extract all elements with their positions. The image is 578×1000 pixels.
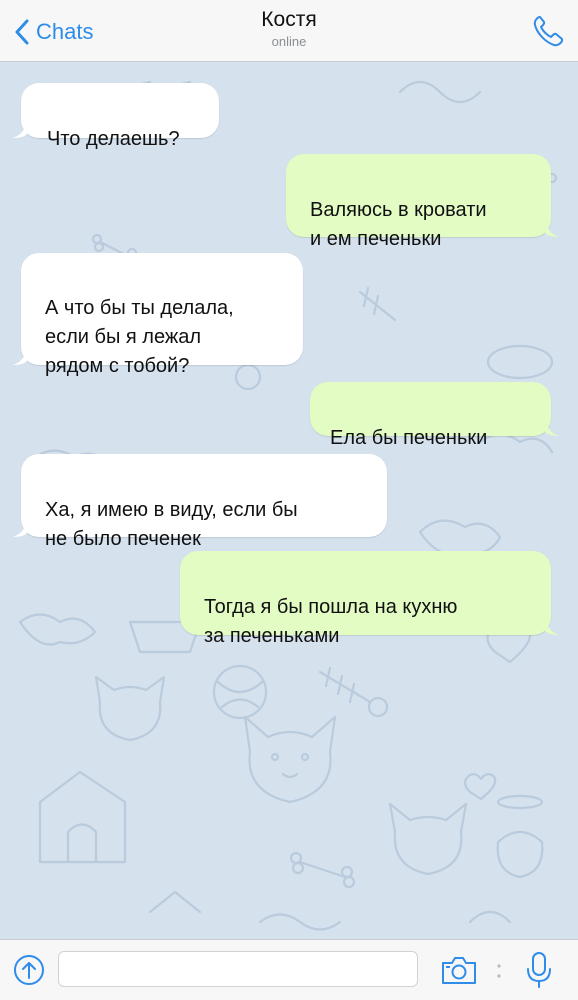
incoming-message[interactable]: Что делаешь?	[13, 83, 219, 150]
back-label: Chats	[36, 19, 94, 44]
incoming-message[interactable]: Ха, я имею в виду, если бы не было печен…	[13, 454, 387, 550]
attach-button[interactable]	[12, 953, 46, 987]
message-list[interactable]: Что делаешь? Валяюсь в кровати и ем пече…	[0, 62, 578, 939]
conversation-title[interactable]: Костя online	[150, 7, 428, 50]
outgoing-message[interactable]: Тогда я бы пошла на кухню за печеньками	[180, 551, 559, 647]
chat-header: Chats Костя online	[0, 0, 578, 62]
contact-status: online	[271, 34, 307, 49]
message-composer	[0, 939, 578, 1000]
contact-name: Костя	[261, 8, 317, 31]
camera-icon	[440, 957, 478, 990]
bubble-tail	[13, 120, 27, 138]
message-input[interactable]	[58, 951, 418, 987]
bubble-tail	[13, 519, 27, 537]
message-text: Ела бы печеньки	[330, 427, 488, 449]
chevron-left-icon	[14, 19, 30, 45]
message-text: Что делаешь?	[47, 128, 180, 150]
outgoing-message[interactable]: Ела бы печеньки	[310, 382, 559, 449]
outgoing-message[interactable]: Валяюсь в кровати и ем печеньки	[286, 154, 559, 250]
camera-button[interactable]	[440, 954, 478, 986]
voice-record-button[interactable]	[522, 950, 556, 990]
separator	[496, 962, 502, 980]
phone-icon	[530, 16, 566, 53]
call-button[interactable]	[530, 13, 566, 49]
bubble-tail	[545, 418, 559, 436]
bubble-tail	[545, 617, 559, 635]
attach-arrow-icon	[12, 955, 46, 991]
back-to-chats-button[interactable]: Chats	[14, 16, 93, 48]
bubble-tail	[13, 347, 27, 365]
bubble-tail	[545, 219, 559, 237]
incoming-message[interactable]: А что бы ты делала, если бы я лежал рядо…	[13, 253, 303, 377]
microphone-icon	[522, 952, 556, 994]
